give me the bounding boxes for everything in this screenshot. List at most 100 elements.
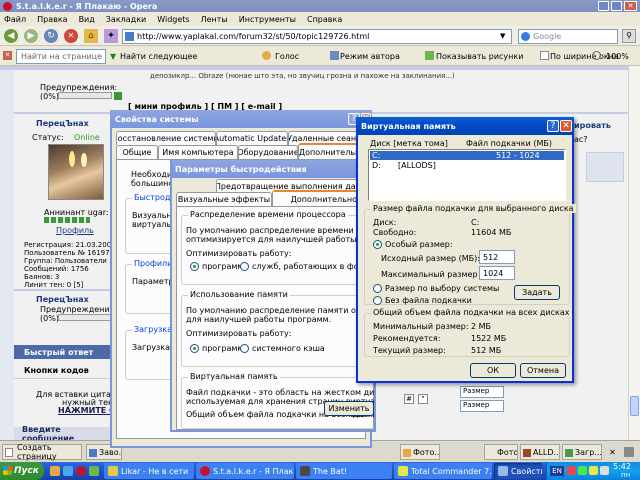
forward-icon[interactable]: ▶ <box>24 29 38 43</box>
author-mode-button[interactable]: Режим автора <box>340 52 400 61</box>
tab-perf-advanced[interactable]: Дополнительно <box>272 190 362 206</box>
radio-mem-programs[interactable]: программ <box>190 344 243 353</box>
close-find-icon[interactable]: ✕ <box>3 51 12 60</box>
total-group: Общий объем файла подкачки на всех диска… <box>364 308 572 357</box>
tab-visual-effects[interactable]: Визуальные эффекты <box>176 192 272 206</box>
fontsize-select-2[interactable]: Размер <box>460 400 504 412</box>
cancel-button[interactable]: Отмена <box>520 363 566 378</box>
task-opera[interactable]: S.t.a.l.k.e.r - Я Плака... <box>196 463 294 479</box>
fontsize-select[interactable]: Размер <box>460 386 504 398</box>
url-field[interactable]: http://www.yaplakal.com/forum32/st/50/to… <box>122 29 512 44</box>
ok-button[interactable]: ОК <box>470 363 516 378</box>
profile-link[interactable]: Профиль <box>56 226 94 235</box>
quick-reply-bar: Быстрый ответ <box>14 345 110 359</box>
new-page-tab[interactable]: Создать страницу <box>2 443 82 461</box>
quicklaunch-icon-2[interactable] <box>63 466 73 476</box>
url-text: http://www.yaplakal.com/forum32/st/50/to… <box>137 32 370 41</box>
menu-feeds[interactable]: Ленты <box>201 15 228 24</box>
show-images-button[interactable]: Показывать рисунки <box>436 52 523 61</box>
tab-trash-icon[interactable] <box>624 447 634 457</box>
warnings-plus-icon[interactable] <box>114 92 122 100</box>
drive-row-d[interactable]: D: [ALLODS] <box>370 161 564 170</box>
tray-icon-3[interactable] <box>589 466 598 475</box>
set-button[interactable]: Задать <box>514 285 560 300</box>
quicklaunch-icon-1[interactable] <box>50 466 60 476</box>
tray-icon-2[interactable] <box>578 466 587 475</box>
tab-visual-effects-label: Визуальные эффекты <box>177 195 271 204</box>
menu-widgets[interactable]: Widgets <box>157 15 189 24</box>
close-icon[interactable]: ✕ <box>624 1 637 11</box>
quicklaunch-icon-3[interactable] <box>76 466 86 476</box>
wand-icon[interactable]: ✦ <box>104 29 118 43</box>
tab-close-icon[interactable]: ✕ <box>608 448 617 457</box>
tab-foto-2[interactable]: Фото... <box>484 444 518 460</box>
radio-system-size[interactable]: Размер по выбору системы <box>373 284 499 293</box>
rec-label: Рекомендуется: <box>373 334 441 343</box>
max-size-field[interactable]: 1024 <box>479 266 515 280</box>
find-field[interactable]: Найти на странице <box>16 49 106 64</box>
menu-tools[interactable]: Инструменты <box>239 15 296 24</box>
stop-icon[interactable]: ✕ <box>64 29 78 43</box>
right-action-link[interactable]: ировать <box>574 121 611 130</box>
quote-icon[interactable]: " <box>418 394 428 404</box>
home-icon[interactable]: ⌂ <box>84 29 98 43</box>
find-placeholder: Найти на странице <box>21 52 103 61</box>
radio-no-pagefile[interactable]: Без файла подкачки <box>373 296 472 305</box>
tab-computer-name[interactable]: Имя компьютера <box>158 145 238 159</box>
radio-custom-size[interactable]: Особый размер: <box>373 240 453 249</box>
initial-size-field[interactable]: 512 <box>479 250 515 264</box>
status-label: Статус: <box>32 133 64 142</box>
voice-button[interactable]: Голос <box>275 52 299 61</box>
menu-help[interactable]: Справка <box>307 15 342 24</box>
vm-title: Виртуальная память <box>361 121 456 131</box>
search-field[interactable]: Google <box>518 29 618 44</box>
google-icon <box>521 32 530 41</box>
tray-icon-1[interactable] <box>567 466 576 475</box>
lang-indicator[interactable]: EN <box>550 466 564 476</box>
hash-icon[interactable]: # <box>404 394 414 404</box>
zoom-value[interactable]: 100% <box>606 52 629 61</box>
radio-programs-icon <box>190 262 199 271</box>
task-sysprops[interactable]: Свойства системы <box>494 463 542 479</box>
task-thebat-label: The Bat! <box>313 466 348 476</box>
change-button[interactable]: Изменить <box>324 401 374 416</box>
vm-help-icon[interactable]: ? <box>547 120 559 132</box>
task-thebat[interactable]: The Bat! <box>296 463 392 479</box>
drive-row-c[interactable]: C: 512 - 1024 <box>370 151 564 160</box>
tray-icon-4[interactable] <box>600 466 609 475</box>
tab-system-restore[interactable]: Восстановление системы <box>116 131 216 145</box>
mem-text-1: По умолчанию распределение памяти оптими… <box>186 306 374 315</box>
menu-view[interactable]: Вид <box>79 15 95 24</box>
radio-mem-cache[interactable]: системного кэша <box>240 344 325 353</box>
tab-hardware[interactable]: Оборудование <box>238 145 298 159</box>
maximize-icon[interactable] <box>611 1 622 11</box>
quicklaunch-icon-4[interactable] <box>89 466 99 476</box>
task-totalcmd[interactable]: Total Commander 7.0 p... <box>394 463 492 479</box>
address-toolbar: ◀ ▶ ↻ ✕ ⌂ ✦ http://www.yaplakal.com/foru… <box>0 26 640 46</box>
search-button-icon[interactable]: ⚲ <box>622 29 636 43</box>
username-2[interactable]: ПерецЪнах <box>36 295 89 304</box>
page-scrollbar[interactable] <box>628 66 640 440</box>
clock-time[interactable]: 5:42 <box>613 462 631 471</box>
scroll-thumb[interactable] <box>630 396 639 416</box>
menu-file[interactable]: Файл <box>4 15 26 24</box>
right-text: ас? <box>574 135 588 144</box>
sysprops-task-icon <box>498 466 508 476</box>
radio-programs[interactable]: программ <box>190 262 243 271</box>
tab-automatic-updates[interactable]: Automatic Updates <box>216 131 288 145</box>
reload-icon[interactable]: ↻ <box>44 29 58 43</box>
url-dropdown-icon[interactable]: ▼ <box>500 32 505 40</box>
task-likar[interactable]: Likar - Не в сети <box>104 463 194 479</box>
vm-close-icon[interactable]: ✕ <box>560 120 572 132</box>
stat-user-number: Пользователь № 16197 <box>24 249 110 257</box>
menu-edit[interactable]: Правка <box>37 15 67 24</box>
back-icon[interactable]: ◀ <box>4 29 18 43</box>
menu-bookmarks[interactable]: Закладки <box>106 15 146 24</box>
drive-list[interactable]: C: 512 - 1024 D: [ALLODS] <box>368 149 566 201</box>
username[interactable]: ПерецЪнах <box>36 119 89 128</box>
tab-general[interactable]: Общие <box>116 145 158 159</box>
find-next-button[interactable]: Найти следующее <box>120 52 197 61</box>
press-here-link[interactable]: НАЖМИТЕ СЮ <box>58 406 110 415</box>
minimize-icon[interactable] <box>598 1 609 11</box>
tab-favicon <box>89 449 97 457</box>
